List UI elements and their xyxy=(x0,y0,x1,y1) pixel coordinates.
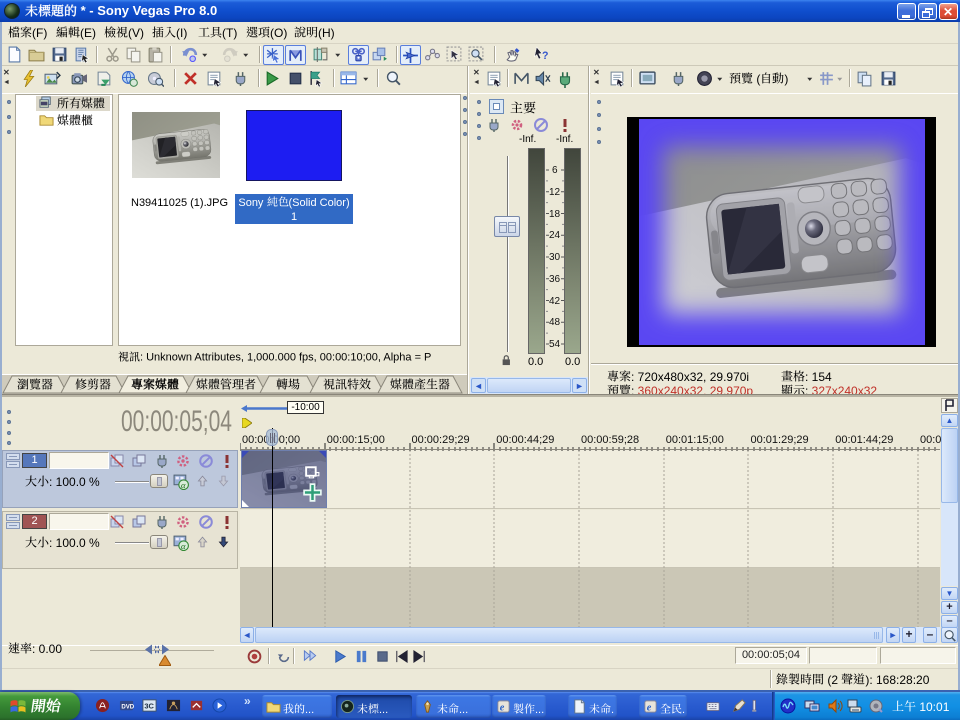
svg-text:e: e xyxy=(647,703,652,714)
svg-text:e: e xyxy=(500,703,505,714)
svg-text:?: ? xyxy=(542,50,548,62)
svg-text:α: α xyxy=(181,541,186,551)
svg-text:3C: 3C xyxy=(144,701,154,710)
svg-text:DVD: DVD xyxy=(121,703,134,710)
svg-text:α: α xyxy=(181,480,186,490)
